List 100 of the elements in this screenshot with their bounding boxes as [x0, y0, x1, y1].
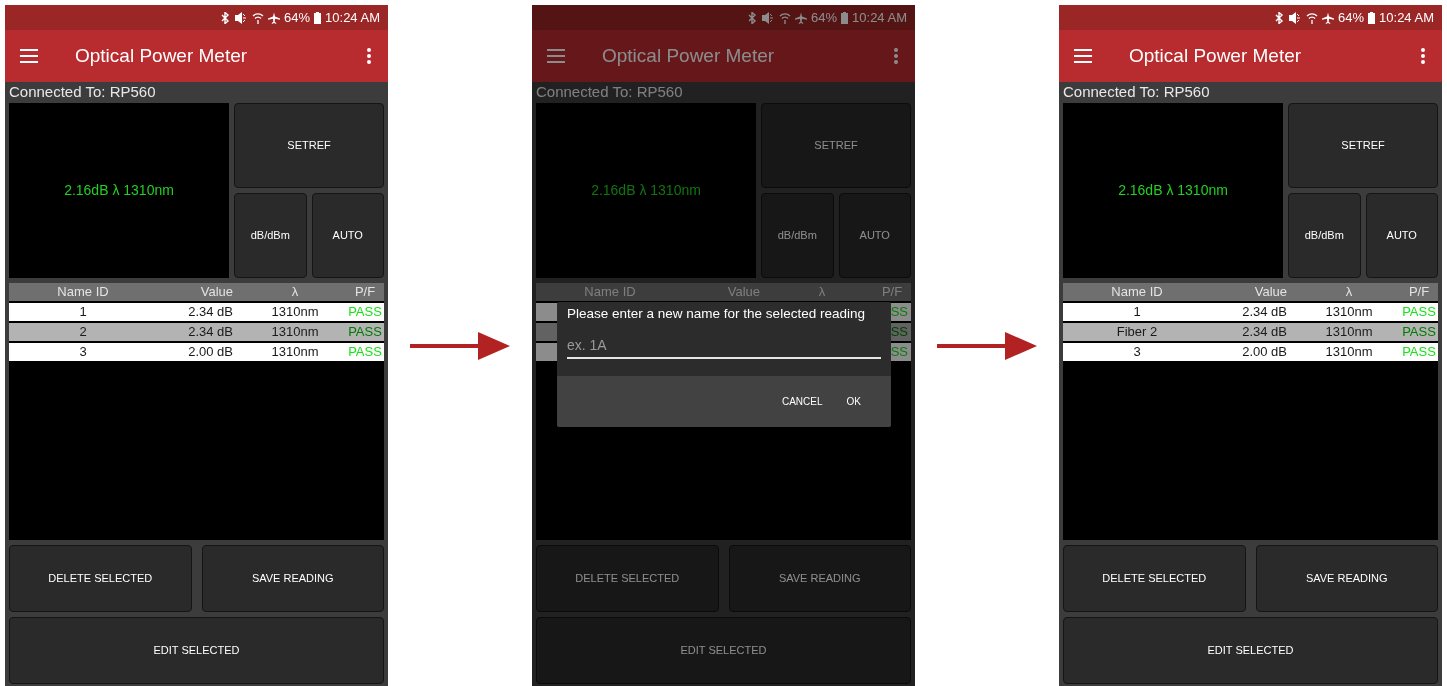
- arrow-icon: [937, 330, 1037, 361]
- app-title: Optical Power Meter: [75, 43, 249, 68]
- table-cell-text: 3: [78, 343, 88, 361]
- table-row[interactable]: 3 2.00 dB 1310nm PASS: [9, 343, 384, 361]
- battery-percent: 64%: [811, 8, 838, 27]
- column-header: P/F: [1407, 283, 1431, 301]
- connection-label: Connected To: RP560: [1063, 82, 1211, 102]
- app-title: Optical Power Meter: [602, 43, 776, 68]
- app-button[interactable]: AUTO: [311, 193, 384, 278]
- app-button[interactable]: DELETE SELECTED: [9, 545, 192, 612]
- more-icon: [1420, 47, 1426, 65]
- bluetooth-icon: [747, 11, 758, 24]
- app-button[interactable]: dB/dBm: [234, 193, 307, 278]
- table-row[interactable]: 1 2.34 dB 1310nm PASS: [1063, 303, 1438, 321]
- name-input-field[interactable]: ex. 1A: [567, 333, 881, 359]
- wifi-icon: [1306, 11, 1319, 24]
- column-header: Name ID: [56, 283, 110, 301]
- connection-label: Connected To: RP560: [536, 82, 684, 102]
- table-row[interactable]: 2 2.34 dB 1310nm PASS: [9, 323, 384, 341]
- dialog-button[interactable]: OK: [836, 388, 871, 415]
- app-button[interactable]: EDIT SELECTED: [536, 617, 911, 684]
- power-reading: 2.16dB λ 1310nm: [591, 181, 701, 200]
- table-cell-text: 1310nm: [270, 343, 320, 361]
- app-button[interactable]: SAVE READING: [1255, 545, 1438, 612]
- app-button[interactable]: AUTO: [838, 193, 911, 278]
- column-header: Value: [726, 283, 761, 301]
- table-cell-text: 2.34 dB: [1241, 323, 1288, 341]
- app-button[interactable]: SETREF: [234, 103, 384, 188]
- clock-time: 10:24 AM: [1379, 8, 1434, 27]
- table-cell-text: 2.00 dB: [1241, 343, 1288, 361]
- menu-button[interactable]: [1073, 48, 1093, 64]
- battery-icon: [314, 11, 322, 24]
- airplane-icon: [268, 11, 281, 24]
- more-icon: [366, 47, 372, 65]
- app-button[interactable]: SAVE READING: [728, 545, 911, 612]
- table-row[interactable]: Fiber 2 2.34 dB 1310nm PASS: [1063, 323, 1438, 341]
- table-row[interactable]: 1 2.34 dB 1310nm PASS: [9, 303, 384, 321]
- table-cell-text: 1: [78, 303, 88, 321]
- overflow-menu-button[interactable]: [366, 47, 372, 65]
- table-cell-text: 1310nm: [1324, 323, 1374, 341]
- power-reading: 2.16dB λ 1310nm: [1118, 181, 1228, 200]
- overflow-menu-button[interactable]: [893, 47, 899, 65]
- battery-percent: 64%: [284, 8, 311, 27]
- table-cell-text: 2.00 dB: [187, 343, 234, 361]
- app-button[interactable]: SETREF: [761, 103, 911, 188]
- table-cell-text: 3: [1132, 343, 1142, 361]
- menu-button[interactable]: [546, 48, 566, 64]
- menu-icon: [546, 48, 566, 64]
- table-cell-text: SS: [889, 343, 909, 361]
- app-button[interactable]: EDIT SELECTED: [1063, 617, 1438, 684]
- table-cell-text: 2.34 dB: [187, 323, 234, 341]
- table-row[interactable]: 3 2.00 dB 1310nm PASS: [1063, 343, 1438, 361]
- table-cell-text: SS: [889, 303, 909, 321]
- app-button[interactable]: SAVE READING: [201, 545, 384, 612]
- table-cell-text: 1310nm: [1324, 303, 1374, 321]
- table-cell: PASS: [1401, 343, 1437, 361]
- wifi-icon: [252, 11, 265, 24]
- airplane-icon: [1322, 11, 1335, 24]
- table-cell: PASS: [347, 343, 383, 361]
- menu-icon: [1073, 48, 1093, 64]
- table-cell-text: 1310nm: [270, 323, 320, 341]
- app-button[interactable]: dB/dBm: [761, 193, 834, 278]
- connection-label: Connected To: RP560: [9, 82, 157, 102]
- dialog-message: Please enter a new name for the selected reading: [567, 305, 866, 323]
- app-button[interactable]: dB/dBm: [1288, 193, 1361, 278]
- app-button[interactable]: AUTO: [1365, 193, 1438, 278]
- app-button[interactable]: EDIT SELECTED: [9, 617, 384, 684]
- column-header: Value: [199, 283, 234, 301]
- column-header: Value: [1253, 283, 1288, 301]
- battery-percent: 64%: [1338, 8, 1365, 27]
- app-button[interactable]: SETREF: [1288, 103, 1438, 188]
- table-cell-text: 1310nm: [270, 303, 320, 321]
- column-header: λ: [290, 283, 300, 301]
- column-header: Name ID: [583, 283, 637, 301]
- column-header: λ: [1344, 283, 1354, 301]
- table-cell-text: SS: [889, 323, 909, 341]
- power-reading: 2.16dB λ 1310nm: [64, 181, 174, 200]
- column-header: λ: [817, 283, 827, 301]
- app-button[interactable]: DELETE SELECTED: [536, 545, 719, 612]
- clock-time: 10:24 AM: [325, 8, 380, 27]
- arrow-icon: [410, 330, 510, 361]
- table-cell: PASS: [1401, 303, 1437, 321]
- table-cell-text: 1310nm: [1324, 343, 1374, 361]
- airplane-icon: [795, 11, 808, 24]
- bluetooth-icon: [220, 11, 231, 24]
- table-cell: PASS: [1401, 323, 1437, 341]
- clock-time: 10:24 AM: [852, 8, 907, 27]
- wifi-icon: [779, 11, 792, 24]
- column-header: P/F: [353, 283, 377, 301]
- bluetooth-icon: [1274, 11, 1285, 24]
- table-cell-text: 2.34 dB: [1241, 303, 1288, 321]
- battery-icon: [1368, 11, 1376, 24]
- menu-button[interactable]: [19, 48, 39, 64]
- table-cell: PASS: [347, 323, 383, 341]
- overflow-menu-button[interactable]: [1420, 47, 1426, 65]
- app-button[interactable]: DELETE SELECTED: [1063, 545, 1246, 612]
- battery-icon: [841, 11, 849, 24]
- more-icon: [893, 47, 899, 65]
- column-header: P/F: [880, 283, 904, 301]
- dialog-button[interactable]: CANCEL: [771, 388, 833, 415]
